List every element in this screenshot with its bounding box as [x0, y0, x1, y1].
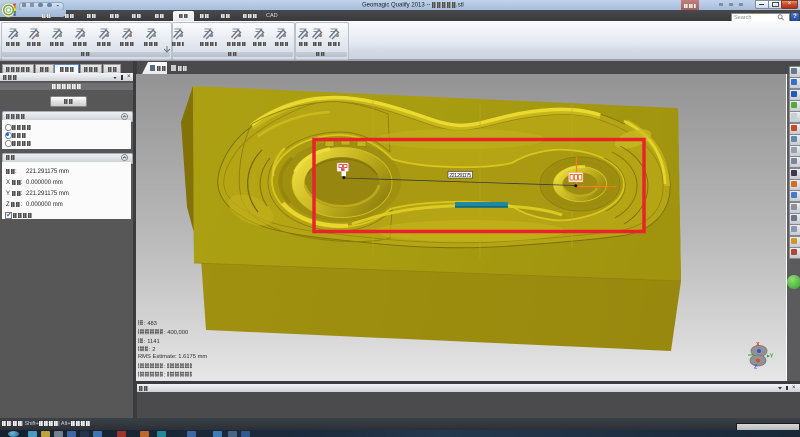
- svg-text:▸Y: ▸Y: [766, 354, 774, 360]
- svg-text:X: X: [756, 342, 760, 348]
- svg-text:: 1141: : 1141: [144, 339, 160, 345]
- svg-text:: 2: : 2: [149, 347, 155, 353]
- svg-text:221.291175: 221.291175: [449, 173, 471, 179]
- svg-text:RMS Estimate: 1.6175 mm: RMS Estimate: 1.6175 mm: [138, 354, 207, 360]
- svg-text:: 483: : 483: [144, 321, 157, 327]
- svg-text:: 400,000: : 400,000: [164, 330, 188, 336]
